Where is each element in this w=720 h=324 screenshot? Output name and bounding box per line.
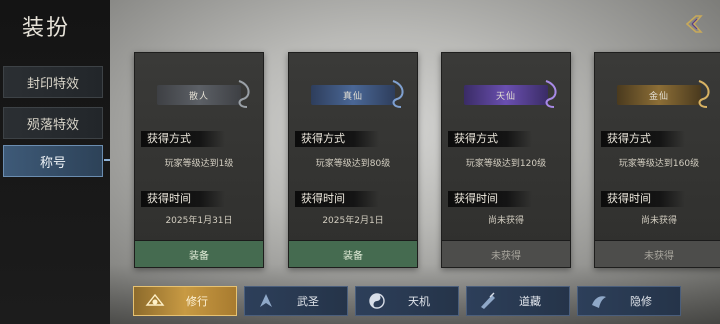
back-button[interactable] <box>682 12 706 36</box>
time-label: 获得时间 <box>448 191 532 207</box>
tab-cultivation[interactable]: 修行 <box>133 286 237 316</box>
title-name: 真仙 <box>342 91 363 102</box>
method-label: 获得方式 <box>295 131 379 147</box>
equip-button[interactable]: 装备 <box>289 240 417 267</box>
title-card-sanren[interactable]: 散人 获得方式 玩家等级达到1级 获得时间 2025年1月31日 装备 <box>134 52 264 268</box>
title-card-tianxian[interactable]: 天仙 获得方式 玩家等级达到120级 获得时间 尚未获得 未获得 <box>441 52 571 268</box>
tab-recluse[interactable]: 隐修 <box>577 286 681 316</box>
swirl-ornament-icon <box>238 80 250 108</box>
method-value: 玩家等级达到80级 <box>315 159 391 169</box>
swirl-ornament-icon <box>698 80 710 108</box>
equip-button[interactable]: 装备 <box>135 240 263 267</box>
scripture-icon <box>477 290 499 312</box>
method-value: 玩家等级达到160级 <box>618 159 700 169</box>
tab-taoist-canon[interactable]: 道藏 <box>466 286 570 316</box>
time-value: 2025年1月31日 <box>165 216 233 226</box>
time-value: 尚未获得 <box>487 216 524 226</box>
method-label: 获得方式 <box>448 131 532 147</box>
locked-button: 未获得 <box>595 240 720 267</box>
cultivation-icon <box>144 290 166 312</box>
method-label: 获得方式 <box>601 131 685 147</box>
time-label: 获得时间 <box>141 191 225 207</box>
time-value: 尚未获得 <box>640 216 677 226</box>
locked-button: 未获得 <box>442 240 570 267</box>
time-label: 获得时间 <box>601 191 685 207</box>
tab-martial-saint[interactable]: 武圣 <box>244 286 348 316</box>
page-title: 装扮 <box>22 16 71 41</box>
time-value: 2025年2月1日 <box>322 216 384 226</box>
swirl-ornament-icon <box>545 80 557 108</box>
title-name: 金仙 <box>648 91 669 102</box>
back-arrow-icon <box>685 15 703 33</box>
title-card-jinxian[interactable]: 金仙 获得方式 玩家等级达到160级 获得时间 尚未获得 未获得 <box>594 52 720 268</box>
method-label: 获得方式 <box>141 131 225 147</box>
title-plate: 散人 <box>157 80 250 108</box>
sidebar-tab-seal-effect[interactable]: 封印特效 <box>3 66 103 98</box>
title-plate: 真仙 <box>311 80 404 108</box>
swirl-ornament-icon <box>392 80 404 108</box>
sidebar-tab-fall-effect[interactable]: 殒落特效 <box>3 107 103 139</box>
title-name: 天仙 <box>495 91 516 102</box>
sidebar: 装扮 封印特效 殒落特效 称号 <box>0 0 112 324</box>
method-value: 玩家等级达到1级 <box>164 159 234 169</box>
tab-heavenly-secret[interactable]: 天机 <box>355 286 459 316</box>
method-value: 玩家等级达到120级 <box>465 159 547 169</box>
title-name: 散人 <box>188 91 209 102</box>
recluse-icon <box>588 290 610 312</box>
sidebar-tab-title[interactable]: 称号 <box>3 145 112 177</box>
martial-saint-icon <box>255 290 277 312</box>
title-card-zhenxian[interactable]: 真仙 获得方式 玩家等级达到80级 获得时间 2025年2月1日 装备 <box>288 52 418 268</box>
yin-yang-icon <box>366 290 388 312</box>
title-plate: 天仙 <box>464 80 557 108</box>
title-plate: 金仙 <box>617 80 710 108</box>
time-label: 获得时间 <box>295 191 379 207</box>
